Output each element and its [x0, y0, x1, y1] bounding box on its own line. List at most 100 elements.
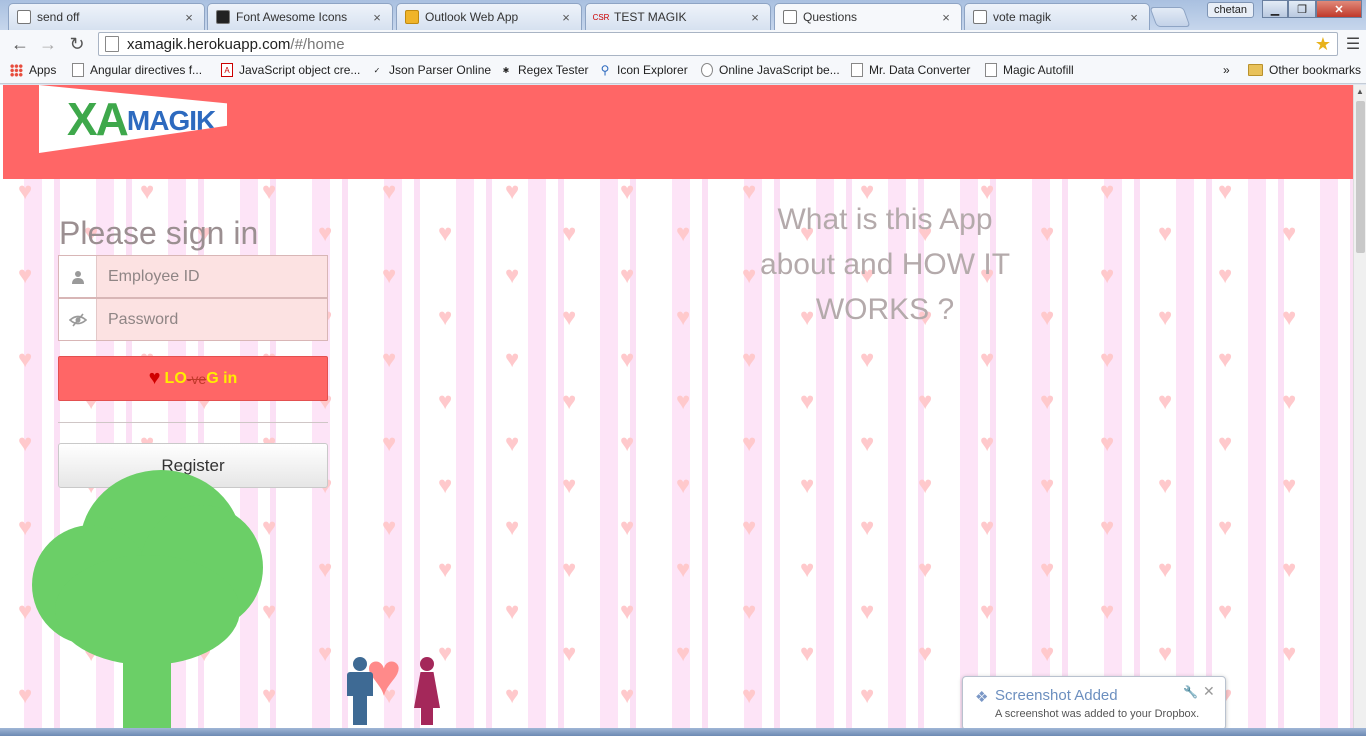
close-window-button[interactable]: ✕	[1316, 0, 1362, 18]
about-line-1: What is this App	[777, 203, 993, 236]
background-heart-icon: ♥	[800, 388, 815, 415]
tab-title: Font Awesome Icons	[236, 10, 348, 24]
login-button[interactable]: ♥ LO -ve G in	[58, 356, 328, 401]
other-bookmarks[interactable]: Other bookmarks	[1248, 63, 1361, 77]
bookmark-json-parser[interactable]: ✓ Json Parser Online	[371, 63, 491, 77]
xamagik-logo[interactable]: XA MAGIK	[39, 85, 227, 153]
background-heart-icon: ♥	[1218, 346, 1233, 373]
background-heart-icon: ♥	[262, 514, 277, 541]
logo-magik: MAGIK	[126, 105, 216, 136]
background-heart-icon: ♥	[18, 514, 33, 541]
tab-strip: send off × Font Awesome Icons × Outlook …	[0, 0, 1366, 30]
close-icon[interactable]: ×	[748, 10, 762, 25]
background-heart-icon: ♥	[1218, 178, 1233, 205]
background-heart-icon: ♥	[562, 388, 577, 415]
background-heart-icon: ♥	[860, 598, 875, 625]
wrench-icon[interactable]: 🔧	[1183, 685, 1198, 699]
bookmark-angular[interactable]: Angular directives f...	[72, 63, 202, 77]
signin-title: Please sign in	[59, 215, 259, 251]
json-icon: ✓	[373, 65, 381, 75]
close-icon[interactable]: ×	[559, 10, 573, 25]
close-icon[interactable]: ✕	[1203, 683, 1215, 700]
bookmark-apps[interactable]: Apps	[10, 63, 56, 77]
bookmark-js-beautifier[interactable]: Online JavaScript be...	[701, 63, 840, 77]
profile-badge[interactable]: chetan	[1207, 2, 1255, 18]
background-heart-icon: ♥	[505, 346, 520, 373]
background-heart-icon: ♥	[562, 556, 577, 583]
background-heart-icon: ♥	[505, 178, 520, 205]
close-icon[interactable]: ×	[370, 10, 384, 25]
bookmark-label: Regex Tester	[518, 63, 589, 77]
back-icon[interactable]: ←	[9, 33, 31, 55]
background-heart-icon: ♥	[505, 262, 520, 289]
background-heart-icon: ♥	[505, 514, 520, 541]
background-heart-icon: ♥	[18, 598, 33, 625]
bookmark-magic-autofill[interactable]: Magic Autofill	[985, 63, 1074, 77]
new-tab-button[interactable]	[1149, 7, 1191, 27]
background-heart-icon: ♥	[1282, 304, 1297, 331]
login-label-part1: LO	[164, 369, 187, 387]
background-heart-icon: ♥	[676, 304, 691, 331]
employee-id-input[interactable]	[98, 256, 327, 297]
tab-outlook[interactable]: Outlook Web App ×	[396, 3, 582, 30]
tab-test-magik[interactable]: CSR TEST MAGIK ×	[585, 3, 771, 30]
background-heart-icon: ♥	[438, 640, 453, 667]
background-heart-icon: ♥	[620, 598, 635, 625]
close-icon[interactable]: ×	[182, 10, 196, 25]
folder-icon	[1248, 64, 1263, 76]
background-heart-icon: ♥	[800, 640, 815, 667]
about-app-link[interactable]: What is this App about and HOW IT WORKS …	[735, 197, 1035, 332]
tab-title: send off	[37, 10, 80, 24]
scrollbar-thumb[interactable]	[1356, 101, 1365, 253]
background-heart-icon: ♥	[1100, 514, 1115, 541]
background-heart-icon: ♥	[1040, 472, 1055, 499]
bookmark-label: Angular directives f...	[90, 63, 203, 77]
url-path: /#/home	[290, 35, 345, 53]
background-heart-icon: ♥	[980, 346, 995, 373]
bookmark-star-icon[interactable]: ★	[1315, 34, 1331, 55]
minimize-button[interactable]: ▁	[1262, 0, 1288, 18]
tab-vote-magik[interactable]: vote magik ×	[964, 3, 1150, 30]
close-icon[interactable]: ×	[1127, 10, 1141, 25]
background-heart-icon: ♥	[1158, 472, 1173, 499]
bookmark-label: Magic Autofill	[1003, 63, 1074, 77]
background-heart-icon: ♥	[562, 472, 577, 499]
scroll-up-icon[interactable]: ▲	[1354, 85, 1366, 99]
background-heart-icon: ♥	[800, 556, 815, 583]
bookmark-js-object[interactable]: A JavaScript object cre...	[221, 63, 360, 77]
close-icon[interactable]: ×	[939, 10, 953, 25]
about-line-2: about and HOW IT	[759, 248, 1011, 281]
background-heart-icon: ♥	[505, 682, 520, 709]
forward-icon[interactable]: →	[37, 33, 59, 55]
bookmark-icon-explorer[interactable]: ⚲ Icon Explorer	[599, 63, 688, 77]
tab-send-off[interactable]: send off ×	[8, 3, 205, 30]
bookmark-label: Icon Explorer	[617, 63, 688, 77]
maximize-button[interactable]: ❐	[1288, 0, 1316, 18]
background-heart-icon: ♥	[980, 430, 995, 457]
bookmark-regex[interactable]: ✱ Regex Tester	[500, 63, 589, 77]
menu-icon[interactable]: ☰	[1344, 34, 1362, 54]
password-input[interactable]	[98, 299, 327, 340]
page-scrollbar[interactable]: ▲	[1353, 85, 1366, 728]
background-heart-icon: ♥	[1282, 556, 1297, 583]
site-header: XA MAGIK	[3, 85, 1353, 179]
bookmarks-overflow-chevron[interactable]: »	[1223, 63, 1230, 77]
background-heart-icon: ♥	[382, 178, 397, 205]
tab-font-awesome[interactable]: Font Awesome Icons ×	[207, 3, 393, 30]
dropbox-notification[interactable]: ❖ Screenshot Added A screenshot was adde…	[962, 676, 1226, 730]
background-heart-icon: ♥	[1282, 388, 1297, 415]
page-icon	[973, 10, 987, 24]
background-heart-icon: ♥	[1218, 430, 1233, 457]
background-heart-icon: ♥	[1040, 304, 1055, 331]
tab-questions[interactable]: Questions ×	[774, 3, 962, 30]
background-heart-icon: ♥	[438, 388, 453, 415]
bookmarks-bar: Apps Angular directives f... A JavaScrip…	[0, 58, 1366, 84]
background-heart-icon: ♥	[620, 430, 635, 457]
bookmark-data-converter[interactable]: Mr. Data Converter	[851, 63, 970, 77]
address-bar[interactable]: xamagik.herokuapp.com/#/home ★	[98, 32, 1338, 56]
background-heart-icon: ♥	[318, 556, 333, 583]
background-heart-icon: ♥	[918, 472, 933, 499]
background-heart-icon: ♥	[1100, 178, 1115, 205]
reload-icon[interactable]: ↻	[66, 33, 88, 55]
background-heart-icon: ♥	[18, 262, 33, 289]
